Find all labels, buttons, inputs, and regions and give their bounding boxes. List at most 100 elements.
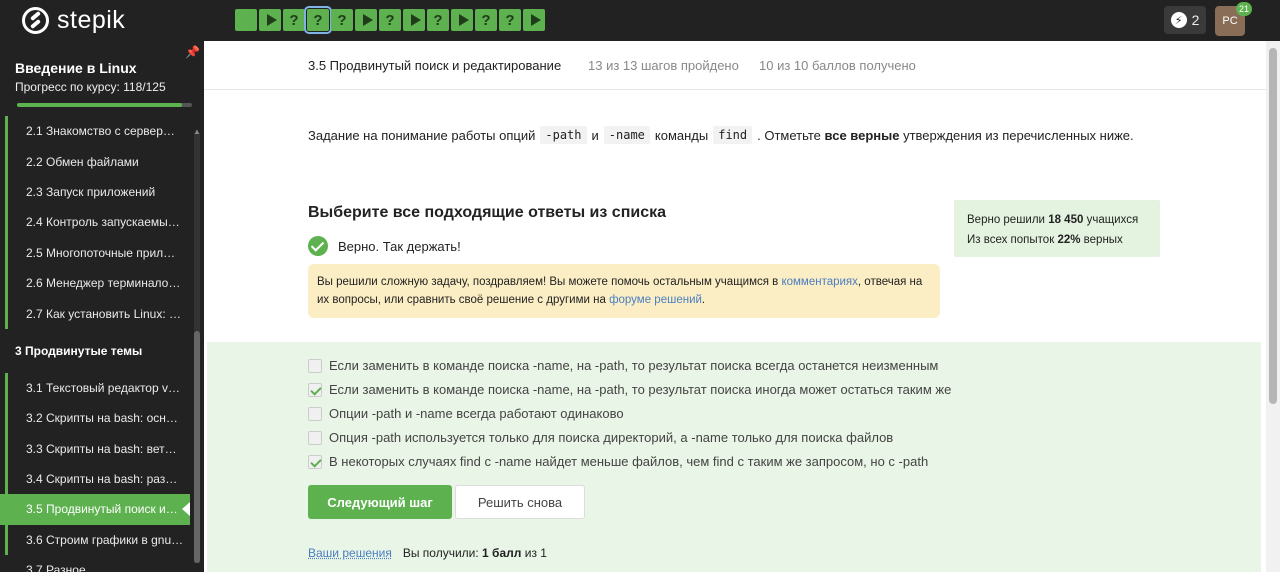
sidebar-lesson-item[interactable]: 3.5 Продвинутый поиск и…	[0, 494, 190, 524]
sidebar-section[interactable]: 3 Продвинутые темы	[0, 329, 190, 373]
sidebar-lesson-item[interactable]: 3.6 Строим графики в gnu…	[0, 525, 190, 555]
congrats-text: .	[702, 294, 705, 306]
step-button-5[interactable]: ?	[331, 9, 353, 31]
attempts-line: Из всех попыток 22% верных	[967, 230, 1147, 250]
score-prefix: Вы получили:	[403, 546, 479, 560]
top-bar: stepik ??????? ⚡ 2 PC 21	[0, 0, 1280, 41]
task-text-part: . Отметьте	[757, 128, 821, 143]
question-icon: ?	[505, 12, 514, 29]
step-title: 3.5 Продвинутый поиск и редактирование	[308, 58, 561, 73]
page-scrollbar-thumb[interactable]	[1269, 48, 1277, 404]
result-status: Верно. Так держать!	[308, 236, 461, 256]
sidebar-lesson-item[interactable]: 2.3 Запуск приложений	[0, 177, 190, 207]
sidebar-lesson-item[interactable]: 2.6 Менеджер терминало…	[0, 268, 190, 298]
play-icon	[267, 14, 277, 26]
step-button-4[interactable]: ?	[307, 9, 329, 31]
sidebar-lesson-item[interactable]: 2.1 Знакомство с сервер…	[0, 116, 190, 146]
sidebar-lesson-item[interactable]: 3.1 Текстовый редактор v…	[0, 373, 190, 403]
answer-option[interactable]: Если заменить в команде поиска -name, на…	[308, 382, 951, 397]
answer-option[interactable]: В некоторых случаях find с -name найдет …	[308, 454, 928, 469]
answer-checkbox[interactable]	[308, 359, 322, 373]
sidebar-scrollbar-thumb[interactable]	[194, 331, 200, 563]
answer-option[interactable]: Если заменить в команде поиска -name, на…	[308, 358, 938, 373]
answer-option[interactable]: Опция -path используется только для поис…	[308, 430, 893, 445]
steps-done-text: 13 из 13 шагов пройдено	[588, 58, 739, 73]
task-text-part: Задание на понимание работы опций	[308, 128, 535, 143]
solutions-forum-link[interactable]: форуме решений	[609, 294, 702, 306]
task-text-part: команды	[655, 128, 708, 143]
step-button-12[interactable]: ?	[499, 9, 521, 31]
answer-option[interactable]: Опции -path и -name всегда работают один…	[308, 406, 624, 421]
lesson-list: 2.1 Знакомство с сервер… 2.2 Обмен файлам…	[0, 116, 204, 572]
result-status-text: Верно. Так держать!	[338, 239, 461, 254]
question-icon: ?	[433, 12, 442, 29]
play-icon	[411, 14, 421, 26]
play-icon	[363, 14, 373, 26]
step-navigation: ???????	[235, 9, 545, 31]
your-solutions-link[interactable]: Ваши решения	[308, 546, 392, 560]
stats-text: учащихся	[1087, 214, 1139, 226]
answer-checkbox[interactable]	[308, 407, 322, 421]
course-progress-fill	[17, 103, 182, 107]
play-icon	[459, 14, 469, 26]
step-button-8[interactable]	[403, 9, 425, 31]
score-suffix: из 1	[525, 546, 547, 560]
step-button-1[interactable]	[235, 9, 257, 31]
scroll-up-icon[interactable]: ▲	[193, 127, 201, 136]
sidebar-lesson-item[interactable]: 2.7 Как установить Linux: …	[0, 298, 190, 328]
energy-count: 2	[1192, 12, 1200, 28]
code-snippet: find	[713, 126, 752, 144]
solved-count-line: Верно решили 18 450 учащихся	[967, 210, 1147, 230]
answer-text: В некоторых случаях find с -name найдет …	[329, 454, 928, 469]
step-button-10[interactable]	[451, 9, 473, 31]
stepik-logo[interactable]: stepik	[22, 6, 125, 35]
course-title[interactable]: Введение в Linux	[15, 60, 137, 76]
task-text-part: и	[592, 128, 599, 143]
task-description: Задание на понимание работы опций -path …	[308, 126, 1134, 144]
answer-checkbox[interactable]	[308, 431, 322, 445]
score-row: Ваши решения Вы получили: 1 балл из 1	[308, 546, 547, 560]
sidebar-lesson-item[interactable]: 3.7 Разное	[0, 555, 190, 572]
question-icon: ?	[337, 12, 346, 29]
step-button-7[interactable]: ?	[379, 9, 401, 31]
question-icon: ?	[289, 12, 298, 29]
solve-stats: Верно решили 18 450 учащихся Из всех поп…	[954, 200, 1160, 257]
step-button-3[interactable]: ?	[283, 9, 305, 31]
answer-checkbox[interactable]	[308, 455, 322, 469]
answer-text: Опции -path и -name всегда работают один…	[329, 406, 624, 421]
sidebar-lesson-item[interactable]: 3.4 Скрипты на bash: раз…	[0, 464, 190, 494]
solved-count: 18 450	[1048, 214, 1083, 226]
congrats-text: Вы решили сложную задачу, поздравляем! В…	[317, 276, 778, 288]
stats-text: Верно решили	[967, 214, 1045, 226]
step-header: 3.5 Продвинутый поиск и редактирование 1…	[204, 41, 1266, 90]
code-snippet: -name	[604, 126, 650, 144]
step-button-6[interactable]	[355, 9, 377, 31]
sidebar-lesson-item[interactable]: 2.2 Обмен файлами	[0, 146, 190, 176]
retry-button[interactable]: Решить снова	[455, 485, 585, 519]
answer-text: Если заменить в команде поиска -name, на…	[329, 382, 951, 397]
step-button-9[interactable]: ?	[427, 9, 449, 31]
attempts-percent: 22%	[1057, 234, 1080, 246]
answer-checkbox[interactable]	[308, 383, 322, 397]
quiz-title: Выберите все подходящие ответы из списка	[308, 204, 666, 222]
energy-button[interactable]: ⚡ 2	[1164, 6, 1206, 34]
step-button-2[interactable]	[259, 9, 281, 31]
step-button-13[interactable]	[523, 9, 545, 31]
next-step-button[interactable]: Следующий шаг	[308, 485, 452, 519]
brand-name: stepik	[57, 6, 125, 35]
question-icon: ?	[385, 12, 394, 29]
answer-text: Если заменить в команде поиска -name, на…	[329, 358, 938, 373]
play-icon	[531, 14, 541, 26]
step-button-11[interactable]: ?	[475, 9, 497, 31]
sidebar-lesson-item[interactable]: 2.4 Контроль запускаемы…	[0, 207, 190, 237]
sidebar-lesson-item[interactable]: 3.2 Скрипты на bash: осн…	[0, 403, 190, 433]
comments-link[interactable]: комментариях	[781, 276, 857, 288]
stepik-logo-icon	[22, 7, 49, 34]
pin-icon[interactable]: 📌	[185, 45, 200, 59]
score-text: Вы получили: 1 балл из 1	[403, 546, 547, 560]
stats-text: Из всех попыток	[967, 234, 1054, 246]
answer-text: Опция -path используется только для поис…	[329, 430, 893, 445]
sidebar-lesson-item[interactable]: 2.5 Многопоточные прил…	[0, 238, 190, 268]
task-text-bold: все верные	[825, 128, 900, 143]
sidebar-lesson-item[interactable]: 3.3 Скрипты на bash: вет…	[0, 434, 190, 464]
